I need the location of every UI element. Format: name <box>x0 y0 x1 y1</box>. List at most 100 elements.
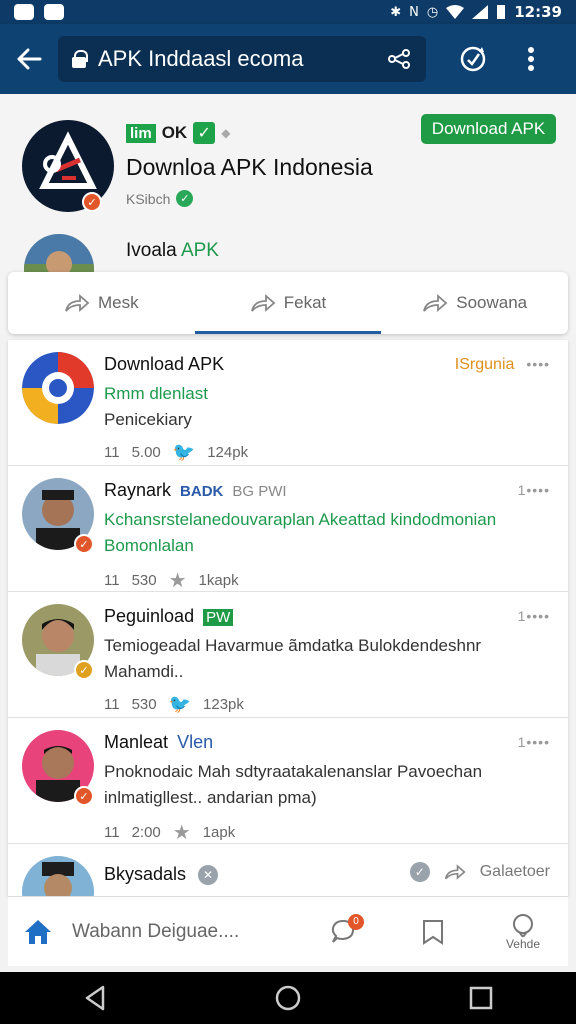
close-icon[interactable]: ✕ <box>198 864 219 885</box>
post-title: Manleat Vlen <box>104 732 213 753</box>
post-tag-secondary: BG PWI <box>232 483 287 500</box>
share-arrow-icon <box>250 294 276 312</box>
notification-app-icon <box>14 4 34 20</box>
tab-mesk[interactable]: Mesk <box>8 272 195 334</box>
share-arrow-icon[interactable] <box>444 863 466 881</box>
post-title: Bkysadals ✕ <box>104 864 219 885</box>
post-stat-size: 1apk <box>202 824 236 841</box>
person-photo <box>22 856 94 896</box>
post-item[interactable]: ✓ Peguinload PW 1•••• Temiogeadal Havarm… <box>8 592 568 718</box>
user-name-accent: APK <box>180 240 219 261</box>
post-line1: Temiogeadal Havarmue ãmdatka Bulokdendes… <box>104 636 482 655</box>
post-stat-time: 530 <box>131 696 157 713</box>
post-stat-time: 530 <box>131 572 157 589</box>
tab-fekat[interactable]: Fekat <box>194 272 382 334</box>
post-line2: Penicekiary <box>104 410 192 429</box>
star-icon[interactable]: ★ <box>169 568 187 593</box>
post-stat-count: 11 <box>104 696 120 713</box>
verified-icon: ✓ <box>176 190 194 207</box>
system-back-icon[interactable] <box>83 985 107 1011</box>
tab-fekat-label: Fekat <box>283 293 327 312</box>
nav-bookmarks[interactable] <box>388 918 478 946</box>
post-title: Peguinload PW <box>104 606 234 627</box>
user-name[interactable]: Ivoala APK <box>126 240 219 262</box>
check-icon[interactable]: ✓ <box>409 862 430 882</box>
post-stat-count: 11 <box>104 824 120 841</box>
signal-icon <box>472 5 489 19</box>
post-avatar[interactable] <box>22 352 94 424</box>
overflow-menu-button[interactable] <box>502 24 560 94</box>
user-name-prefix: Ivoala <box>126 240 181 261</box>
apk-logo-icon <box>22 352 94 424</box>
post-title-text: Manleat <box>104 732 169 752</box>
nav-profile[interactable]: Vehde <box>478 913 568 951</box>
post-stats: 11 530 ★ 1kapk <box>104 568 239 593</box>
post-stat-count: 11 <box>104 444 120 461</box>
lock-icon <box>72 50 88 68</box>
post-meta[interactable]: ISrgunia •••• <box>455 356 550 374</box>
post-tag: BADK <box>180 483 224 500</box>
post-item[interactable]: ✓ Raynark BADK BG PWI 1•••• Kchansrstela… <box>8 466 568 592</box>
post-stats: 11 5.00 🐦 124pk <box>104 442 248 463</box>
bluetooth-icon: ✱ <box>390 4 402 20</box>
system-home-icon[interactable] <box>274 984 302 1012</box>
system-recents-icon[interactable] <box>469 986 493 1010</box>
channel-subtitle: KSibch ✓ <box>126 190 194 207</box>
share-icon <box>388 49 410 69</box>
tab-soowana[interactable]: Soowana <box>381 272 568 334</box>
post-stat-size: 123pk <box>203 696 244 713</box>
post-action-label[interactable]: Galaetoer <box>480 863 550 881</box>
post-more-icon[interactable]: •••• <box>526 356 550 372</box>
post-line2: Mahamdi.. <box>104 662 184 681</box>
more-vert-icon <box>528 47 534 71</box>
channel-tag-suffix: OK <box>161 123 188 142</box>
post-stat-size: 1kapk <box>198 572 239 589</box>
post-stat-time: 5.00 <box>131 444 161 461</box>
share-arrow-icon <box>65 294 90 312</box>
nav-notifications[interactable]: 0 <box>298 913 388 946</box>
post-tag: PW <box>203 609 234 626</box>
download-apk-button[interactable]: Download APK <box>421 114 556 144</box>
wifi-icon <box>446 5 465 19</box>
post-line1: Pnoknodaic Mah sdtyraatakalenanslar Pavo… <box>104 762 483 781</box>
post-line2: Bomonlalan <box>104 536 194 555</box>
post-stats: 11 530 🐦 123pk <box>104 694 244 715</box>
share-arrow-icon <box>423 294 448 312</box>
tab-soowana-label: Soowana <box>456 293 528 312</box>
post-more-icon[interactable]: 1•••• <box>518 734 550 750</box>
post-title-text: Raynark <box>104 480 172 500</box>
post-line1: Rmm dlenlast <box>104 384 208 403</box>
post-title: Raynark BADK BG PWI <box>104 480 287 501</box>
bottom-nav: Wabann Deiguae.... 0 Vehde <box>8 896 568 966</box>
post-item[interactable]: Bkysadals ✕ ✓ Galaetoer <box>8 844 568 896</box>
bookmark-icon <box>423 919 443 945</box>
nav-search-input[interactable]: Wabann Deiguae.... <box>68 921 298 943</box>
post-line2: inlmatigllest.. andarian pma) <box>104 788 317 807</box>
post-line1: Kchansrstelanedouvaraplan Akeattad kindo… <box>104 510 497 529</box>
post-more-icon[interactable]: 1•••• <box>518 608 550 624</box>
checkmark-icon: ✓ <box>193 122 216 144</box>
star-icon[interactable]: ★ <box>173 820 191 845</box>
post-title-text: Peguinload <box>104 606 195 626</box>
nav-home[interactable] <box>8 918 68 946</box>
post-verified-badge: ✓ <box>74 534 94 554</box>
channel-subtitle-text: KSibch <box>126 190 171 207</box>
share-button[interactable] <box>384 48 414 70</box>
post-tag: Vlen <box>177 732 214 752</box>
post-more-icon[interactable]: 1•••• <box>518 482 550 498</box>
back-button[interactable] <box>0 24 58 94</box>
channel-verified-badge: ✓ <box>82 192 102 212</box>
status-time: 12:39 <box>514 3 562 21</box>
bird-icon: 🐦 <box>172 442 196 462</box>
post-item[interactable]: Download APK ISrgunia •••• Rmm dlenlast P… <box>8 340 568 466</box>
url-bar[interactable]: APK Inddaasl ecoma <box>58 36 426 82</box>
post-avatar[interactable] <box>22 856 94 896</box>
battery-icon <box>497 5 506 19</box>
post-title: Download APK <box>104 354 225 374</box>
post-item[interactable]: ✓ Manleat Vlen 1•••• Pnoknodaic Mah sdty… <box>8 718 568 844</box>
sync-button[interactable] <box>444 24 502 94</box>
post-actions: ✓ Galaetoer <box>409 862 550 882</box>
post-verified-badge: ✓ <box>74 786 94 806</box>
sync-icon <box>460 46 486 72</box>
bird-icon: 🐦 <box>168 694 192 714</box>
